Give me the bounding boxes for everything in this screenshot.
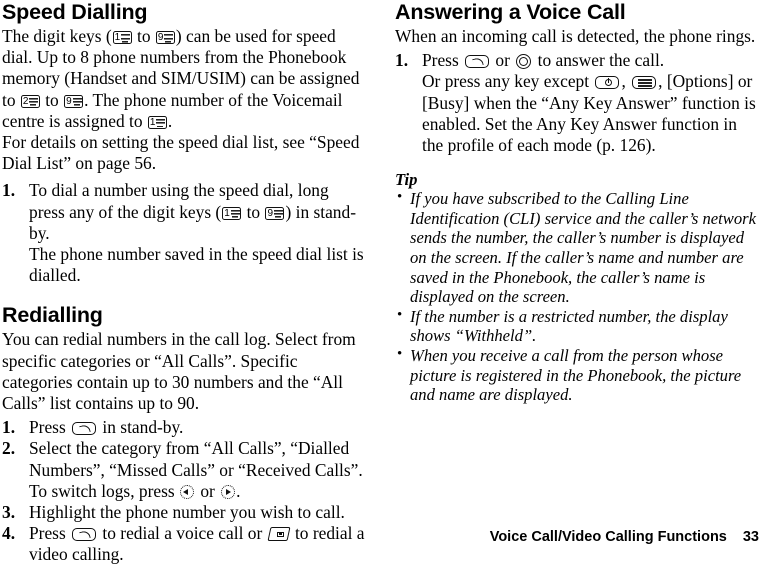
substep-text: . <box>236 480 241 501</box>
digit-9-key-icon: 9 <box>265 206 285 220</box>
substep-text: or <box>195 480 220 501</box>
digit-9-key-icon: 9 <box>155 31 175 44</box>
step-text: Press <box>29 417 71 438</box>
manual-page: Speed Dialling The digit keys (1 to 9) c… <box>0 0 767 564</box>
step-number: 1. <box>395 50 409 71</box>
tip-text: If you have subscribed to the Calling Li… <box>410 189 756 307</box>
substep-text: Or press any key except <box>422 71 594 92</box>
redialling-intro-paragraph: You can redial numbers in the call log. … <box>2 329 356 414</box>
left-column: Speed Dialling The digit keys (1 to 9) c… <box>0 0 383 566</box>
step-item: 1. Press in stand-by. <box>2 417 365 438</box>
nav-left-icon <box>180 485 195 500</box>
end-key-icon <box>595 76 620 90</box>
step-result-text: The phone number saved in the speed dial… <box>29 244 364 286</box>
step-text: to answer the call. <box>533 50 665 71</box>
step-item: 1. To dial a number using the speed dial,… <box>2 180 365 286</box>
step-item: 2. Select the category from “All Calls”, … <box>2 438 365 502</box>
speed-dialling-intro-paragraph: The digit keys (1 to 9) can be used for … <box>2 26 365 132</box>
step-text: Highlight the phone number you wish to c… <box>29 502 345 523</box>
step-text: Select the category from “All Calls”, “D… <box>29 438 363 480</box>
nav-right-icon <box>220 485 235 500</box>
digit-2-key-icon: 2 <box>20 94 40 108</box>
send-key-icon <box>72 422 97 436</box>
tip-heading: Tip <box>395 170 418 190</box>
step-text: Press <box>422 50 464 71</box>
tip-list-item: • If the number is a restricted number, t… <box>395 307 760 346</box>
footer-section-title: Voice Call/Video Calling Functions <box>489 529 727 545</box>
tip-text: If the number is a restricted number, th… <box>410 306 728 346</box>
step-substep-text: To switch logs, press or . <box>29 481 365 502</box>
page-number: 33 <box>742 529 759 545</box>
section-heading-redialling: Redialling <box>2 303 103 328</box>
paragraph-text: to <box>132 26 155 46</box>
step-text: or <box>491 50 515 71</box>
section-heading-speed-dialling: Speed Dialling <box>2 0 148 24</box>
step-number: 2. <box>2 438 16 459</box>
step-item: 3. Highlight the phone number you wish to… <box>2 502 365 523</box>
any-key-answer-substep: Or press any key except , , [Options] or… <box>422 71 760 156</box>
step-text: to <box>242 201 265 222</box>
clear-key-icon <box>632 76 657 90</box>
digit-1-key-icon: 1 <box>112 31 132 44</box>
tip-list-item: • When you receive a call from the person… <box>395 346 760 405</box>
paragraph-text: . <box>167 110 173 131</box>
speed-dialling-steps: 1. To dial a number using the speed dial,… <box>2 180 365 286</box>
bullet-icon: • <box>397 306 403 323</box>
step-item: 1. Press or to answer the call. Or press … <box>395 50 760 156</box>
paragraph-text: The digit keys ( <box>2 26 112 46</box>
step-text: in stand-by. <box>98 417 184 438</box>
right-column: Answering a Voice Call When an incoming … <box>383 0 766 405</box>
section-heading-answering-a-voice-call: Answering a Voice Call <box>395 0 626 24</box>
step-number: 3. <box>2 502 16 523</box>
answering-intro-paragraph: When an incoming call is detected, the p… <box>395 26 756 46</box>
digit-1-key-icon: 1 <box>222 206 242 220</box>
step-number: 1. <box>2 180 16 201</box>
substep-text: To switch logs, press <box>29 480 179 501</box>
page-footer: Voice Call/Video Calling Functions 33 <box>0 529 767 546</box>
paragraph-text: to <box>40 89 64 110</box>
center-key-icon <box>516 54 532 70</box>
substep-text: , <box>621 71 631 92</box>
digit-1-key-icon: 1 <box>147 115 167 129</box>
page-columns: Speed Dialling The digit keys (1 to 9) c… <box>0 0 767 566</box>
digit-9-key-icon: 9 <box>64 94 84 108</box>
bullet-icon: • <box>397 345 403 362</box>
tip-text: When you receive a call from the person … <box>410 345 742 405</box>
step-number: 1. <box>2 417 16 438</box>
speed-dial-list-reference-paragraph: For details on setting the speed dial li… <box>2 132 360 174</box>
send-key-icon <box>465 55 490 69</box>
tip-list-item: • If you have subscribed to the Calling L… <box>395 189 760 307</box>
bullet-icon: • <box>397 189 403 206</box>
tip-list: • If you have subscribed to the Calling L… <box>395 189 760 405</box>
answering-steps: 1. Press or to answer the call. Or press … <box>395 50 760 156</box>
